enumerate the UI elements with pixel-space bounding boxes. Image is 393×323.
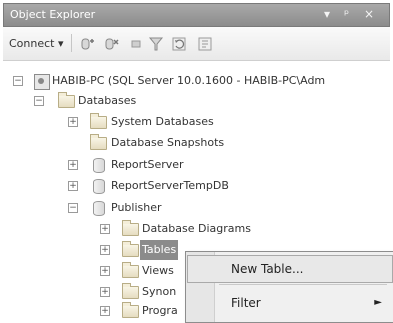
object-explorer-panel: Object Explorer ▾ ᵖ × Connect ▾ − HABIB-… — [0, 0, 393, 323]
filter-icon[interactable] — [148, 36, 164, 52]
tree-node-databases[interactable]: − Databases — [0, 91, 393, 111]
tree-node-label: Progra — [142, 304, 178, 317]
tree-node-database-snapshots[interactable]: Database Snapshots — [0, 133, 393, 153]
tree-node-programmability[interactable]: + Progra — [0, 301, 185, 321]
tree-node-synonyms[interactable]: + Synon — [0, 282, 185, 302]
expand-icon[interactable]: + — [68, 160, 78, 170]
tree-node-label: ReportServerTempDB — [111, 179, 229, 192]
tree-node-label: Database Diagrams — [142, 222, 251, 235]
tree-node-reportserver[interactable]: + ReportServer — [0, 155, 393, 175]
database-icon — [93, 179, 105, 194]
expand-icon[interactable]: + — [100, 224, 110, 234]
tree-node-server[interactable]: − HABIB-PC (SQL Server 10.0.1600 - HABIB… — [0, 71, 393, 91]
collapse-icon[interactable]: − — [34, 96, 44, 106]
folder-icon — [122, 262, 139, 278]
toolbar: Connect ▾ — [3, 27, 390, 61]
database-icon — [93, 158, 105, 173]
tree-node-label: HABIB-PC (SQL Server 10.0.1600 - HABIB-P… — [52, 74, 326, 87]
submenu-arrow-icon: ► — [374, 297, 382, 308]
folder-icon — [122, 283, 139, 299]
tree-node-publisher[interactable]: − Publisher — [0, 198, 393, 218]
expand-icon[interactable]: + — [68, 181, 78, 191]
expand-icon[interactable]: + — [100, 306, 110, 316]
expand-icon[interactable]: + — [100, 266, 110, 276]
title-bar: Object Explorer ▾ ᵖ × — [3, 3, 390, 27]
folder-icon — [122, 302, 139, 318]
connect-button[interactable]: Connect ▾ — [9, 37, 64, 50]
tree-node-label: Database Snapshots — [111, 136, 225, 149]
tree-node-label: Views — [142, 264, 174, 277]
stop-icon[interactable] — [128, 36, 144, 52]
tree-node-label-selected: Tables — [140, 240, 179, 260]
collapse-icon[interactable]: − — [13, 76, 23, 86]
pin-icon[interactable]: ᵖ — [344, 7, 349, 21]
tree-node-label: ReportServer — [111, 158, 184, 171]
tree-node-views[interactable]: + Views — [0, 261, 185, 281]
refresh-icon[interactable] — [171, 36, 187, 52]
tree-node-system-databases[interactable]: + System Databases — [0, 112, 393, 132]
disconnect-icon[interactable] — [104, 36, 120, 52]
tree-node-label: Synon — [142, 285, 177, 298]
database-icon — [93, 201, 105, 216]
menu-item-new-table[interactable]: New Table... — [187, 255, 393, 283]
folder-icon — [58, 92, 75, 108]
folder-icon — [90, 134, 107, 150]
toolbar-separator — [71, 34, 72, 52]
expand-icon[interactable]: + — [68, 117, 78, 127]
folder-icon — [122, 220, 139, 236]
expand-icon[interactable]: + — [100, 245, 110, 255]
connect-db-icon[interactable] — [80, 36, 96, 52]
menu-item-label: Filter — [231, 296, 261, 310]
folder-icon — [90, 113, 107, 129]
menu-item-label: New Table... — [231, 262, 304, 276]
summary-icon[interactable] — [197, 36, 213, 52]
dropdown-icon[interactable]: ▾ — [324, 7, 330, 21]
tree-node-database-diagrams[interactable]: + Database Diagrams — [0, 219, 393, 239]
collapse-icon[interactable]: − — [68, 203, 78, 213]
tree-node-label: System Databases — [111, 115, 214, 128]
tree-node-label: Publisher — [111, 201, 162, 214]
tree-node-label: Databases — [78, 94, 137, 107]
folder-icon — [122, 241, 139, 257]
close-icon[interactable]: × — [364, 7, 374, 21]
context-menu: New Table... Filter ► — [185, 251, 393, 323]
expand-icon[interactable]: + — [100, 287, 110, 297]
menu-separator — [219, 284, 387, 285]
server-icon — [34, 74, 50, 90]
window-title: Object Explorer — [10, 8, 96, 21]
menu-item-filter[interactable]: Filter ► — [188, 290, 392, 316]
tree-node-reportservertempdb[interactable]: + ReportServerTempDB — [0, 176, 393, 196]
